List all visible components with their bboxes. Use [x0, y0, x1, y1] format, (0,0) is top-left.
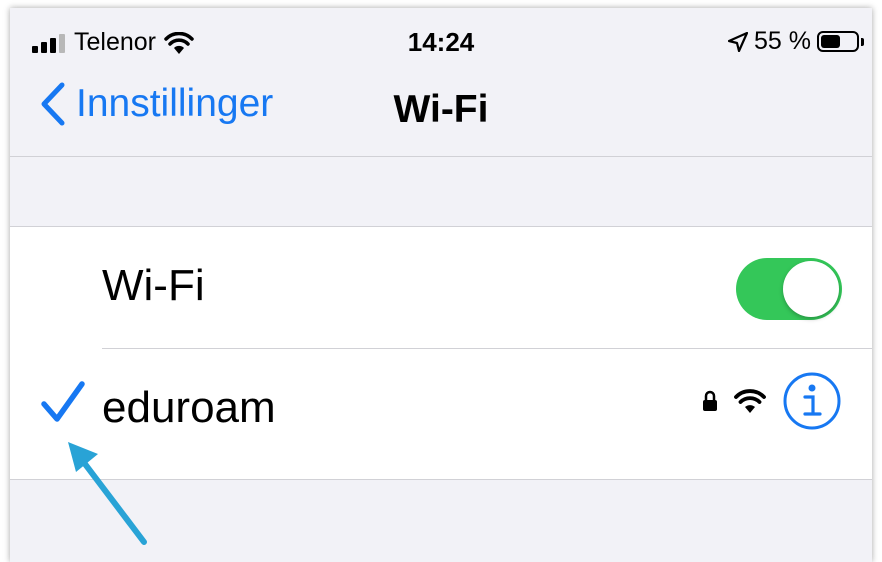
wifi-toggle-row: Wi-Fi — [10, 227, 872, 349]
battery-percent: 55 % — [754, 27, 811, 55]
navigation-bar: Innstillinger Wi-Fi — [10, 70, 872, 157]
battery-fill — [821, 35, 840, 48]
location-icon — [728, 31, 749, 52]
checkmark-icon — [41, 381, 85, 422]
wifi-toggle[interactable] — [736, 258, 842, 320]
phone-screen: Telenor 14:24 55 % Innstillinger Wi-Fi W… — [10, 8, 872, 562]
network-row-icons — [702, 371, 842, 431]
toggle-knob — [783, 261, 839, 317]
network-name: eduroam — [102, 383, 276, 432]
status-right: 55 % — [728, 27, 864, 56]
battery-icon — [817, 31, 859, 52]
status-bar: Telenor 14:24 55 % — [10, 8, 872, 70]
battery-tip — [861, 37, 864, 46]
network-row-eduroam[interactable]: eduroam — [10, 349, 872, 471]
lock-icon — [703, 390, 717, 411]
info-icon[interactable] — [782, 371, 842, 431]
wifi-settings-group: Wi-Fi eduroam — [10, 226, 872, 480]
wifi-toggle-label: Wi-Fi — [102, 261, 205, 310]
page-title: Wi-Fi — [393, 88, 489, 131]
wifi-signal-icon — [734, 389, 766, 413]
